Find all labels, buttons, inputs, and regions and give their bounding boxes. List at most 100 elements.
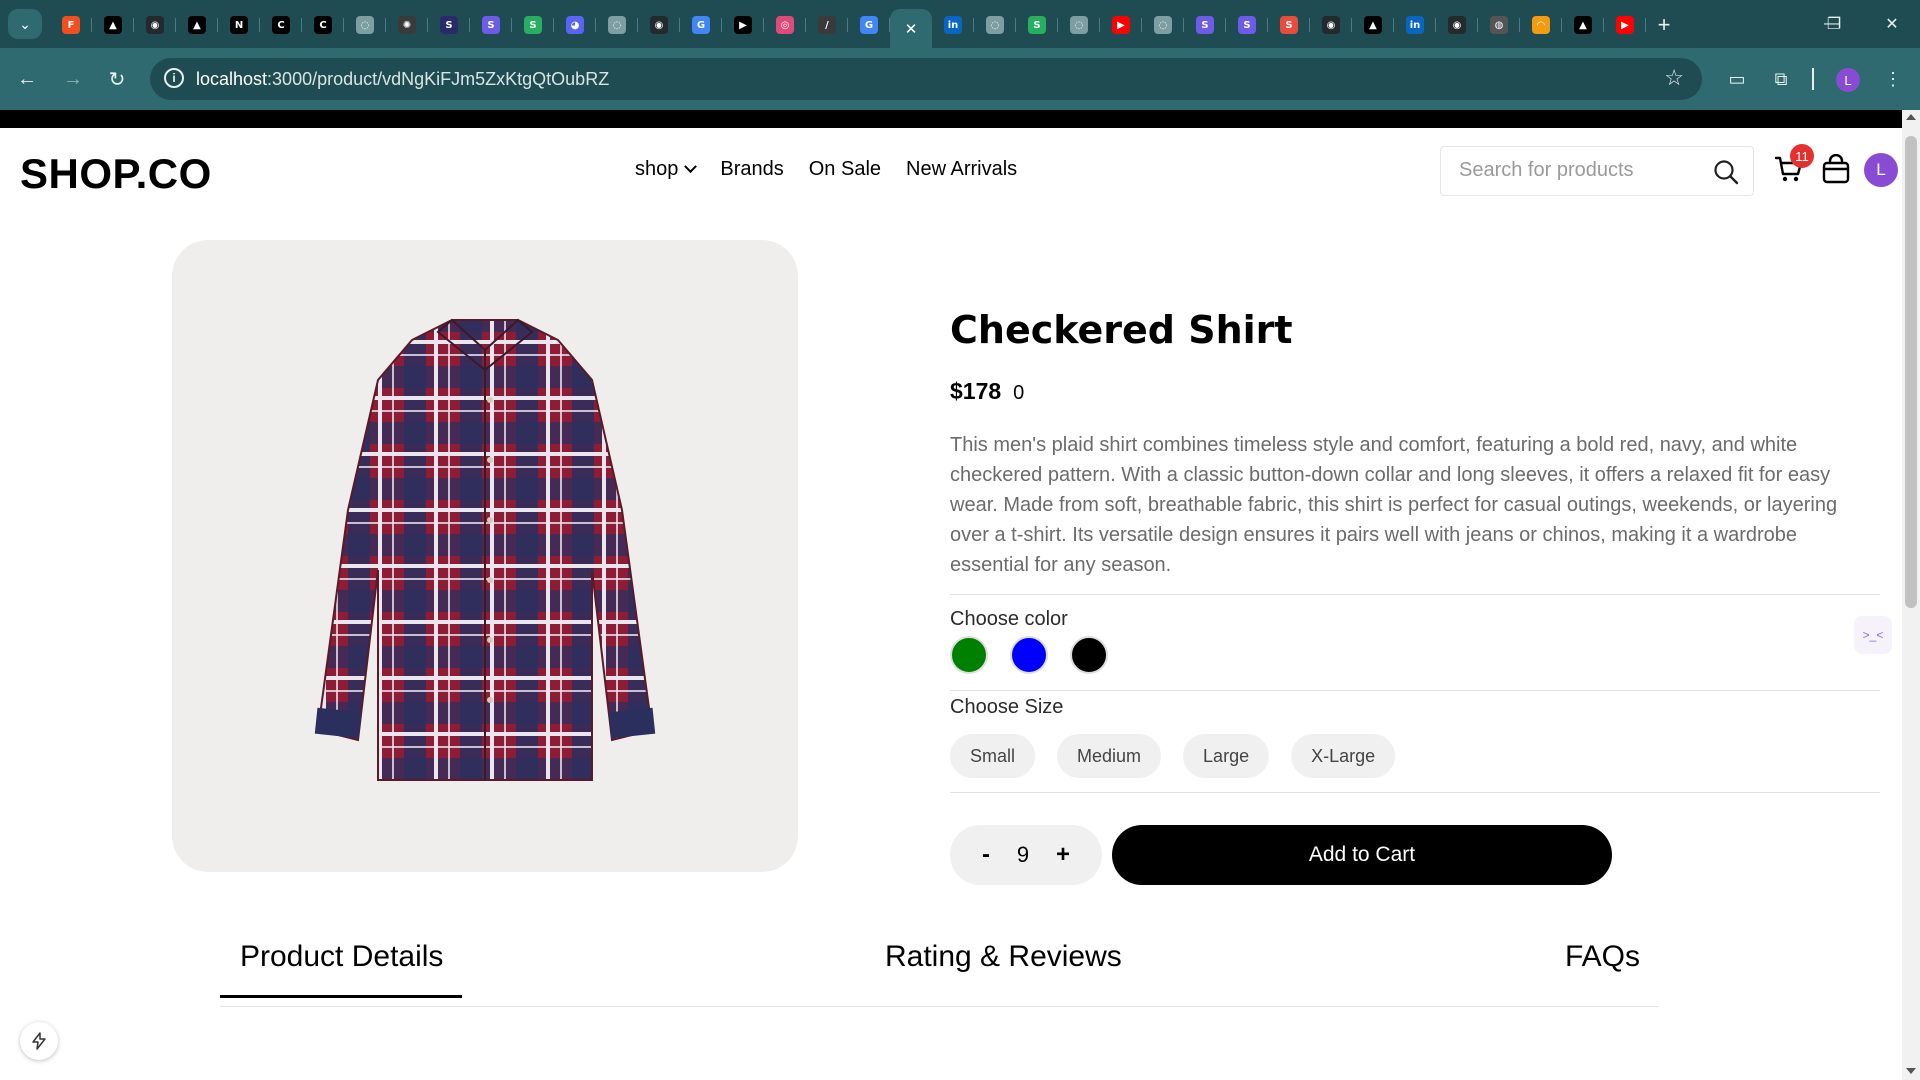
- github-icon: ◉: [146, 16, 164, 34]
- bookmark-star-icon[interactable]: ☆: [1664, 65, 1684, 91]
- active-tab-close-icon[interactable]: ✕: [890, 9, 932, 49]
- choose-color-label: Choose color: [950, 608, 1068, 630]
- browser-tab[interactable]: G: [680, 9, 722, 41]
- github-icon: ◉: [650, 16, 668, 34]
- swirl-icon: ◎: [776, 16, 794, 34]
- nav-on-sale[interactable]: On Sale: [809, 158, 881, 181]
- size-option[interactable]: Small: [950, 734, 1036, 778]
- extensions-puzzle-icon[interactable]: ⧉: [1766, 64, 1796, 94]
- new-tab-plus-icon[interactable]: +: [1646, 9, 1682, 41]
- browser-tab[interactable]: S: [1268, 9, 1310, 41]
- browser-tab[interactable]: ◕: [554, 9, 596, 41]
- side-widget-button[interactable]: >_<: [1854, 616, 1892, 654]
- browser-tab[interactable]: ◠: [1520, 9, 1562, 41]
- browser-tab[interactable]: ▲: [1352, 9, 1394, 41]
- color-swatch[interactable]: [950, 636, 988, 674]
- browser-tab[interactable]: ◌: [596, 9, 638, 41]
- browser-tab[interactable]: ▲: [1562, 9, 1604, 41]
- browser-tab[interactable]: ◉: [638, 9, 680, 41]
- scroll-down-arrow-icon[interactable]: [1906, 1068, 1916, 1074]
- cast-icon[interactable]: ▭: [1722, 64, 1752, 94]
- browser-tab[interactable]: ◌: [974, 9, 1016, 41]
- tab-product-details[interactable]: Product Details: [240, 940, 443, 974]
- browser-tab[interactable]: in: [932, 9, 974, 41]
- nav-brands[interactable]: Brands: [720, 158, 783, 181]
- browser-tab[interactable]: ▲: [176, 9, 218, 41]
- url-text[interactable]: localhost:3000/product/vdNgKiFJm5ZxKtgQt…: [196, 69, 609, 90]
- google-icon: G: [692, 16, 710, 34]
- nav-shop-label: shop: [635, 158, 679, 180]
- size-option[interactable]: Medium: [1057, 734, 1162, 778]
- window-restore-button[interactable]: ❐: [1806, 8, 1862, 40]
- browser-profile-avatar[interactable]: L: [1836, 68, 1860, 92]
- tab-faqs[interactable]: FAQs: [1565, 940, 1640, 974]
- browser-tab[interactable]: S: [1016, 9, 1058, 41]
- window-close-button[interactable]: ✕: [1864, 8, 1920, 40]
- browser-tab[interactable]: /: [806, 9, 848, 41]
- quantity-increase-button[interactable]: +: [1056, 841, 1070, 869]
- browser-tab[interactable]: ◍: [1478, 9, 1520, 41]
- browser-tab[interactable]: ◌: [1058, 9, 1100, 41]
- add-to-cart-button[interactable]: Add to Cart: [1112, 825, 1612, 885]
- dev-tools-badge[interactable]: [20, 1022, 58, 1060]
- globe-icon: ◌: [608, 16, 626, 34]
- browser-tab[interactable]: F: [50, 9, 92, 41]
- site-info-icon[interactable]: i: [164, 68, 184, 88]
- browser-tab[interactable]: ◌: [1142, 9, 1184, 41]
- page-scrollbar[interactable]: [1902, 110, 1920, 1080]
- reload-icon[interactable]: ↻: [100, 62, 134, 96]
- browser-tab[interactable]: ◉: [134, 9, 176, 41]
- size-option[interactable]: Large: [1183, 734, 1270, 778]
- browser-tab[interactable]: ◌: [344, 9, 386, 41]
- browser-tab[interactable]: ◉: [1310, 9, 1352, 41]
- product-price: $178: [950, 378, 1002, 404]
- browser-tab[interactable]: S: [428, 9, 470, 41]
- globe-icon: ◌: [356, 16, 374, 34]
- browser-tab[interactable]: ▶: [722, 9, 764, 41]
- nav-shop[interactable]: shop: [635, 158, 698, 181]
- divider: [950, 594, 1880, 595]
- address-bar[interactable]: i localhost:3000/product/vdNgKiFJm5ZxKtg…: [150, 58, 1702, 100]
- browser-tab[interactable]: ▶: [1100, 9, 1142, 41]
- browser-tab[interactable]: ▶: [1604, 9, 1646, 41]
- size-option[interactable]: X-Large: [1291, 734, 1396, 778]
- browser-tab[interactable]: C: [260, 9, 302, 41]
- color-swatch[interactable]: [1010, 636, 1048, 674]
- browser-tab[interactable]: S: [1226, 9, 1268, 41]
- browser-tab[interactable]: S: [1184, 9, 1226, 41]
- back-arrow-icon[interactable]: ←: [10, 62, 44, 96]
- browser-tab[interactable]: S: [470, 9, 512, 41]
- forward-arrow-icon[interactable]: →: [56, 62, 90, 96]
- browser-tab[interactable]: ◎: [764, 9, 806, 41]
- cart-button[interactable]: 11: [1774, 144, 1814, 186]
- user-avatar[interactable]: L: [1864, 153, 1898, 187]
- main-nav: shop Brands On Sale New Arrivals: [635, 158, 1042, 181]
- browser-tab[interactable]: S: [512, 9, 554, 41]
- tab-strip: F ▲ ◉ ▲ N C C ◌ ✺ S S S ◕ ◌ ◉ G ▶ ◎ / G ✕ in ◌ S ◌ ▶ ◌ S S S ◉ ▲ in ◉ ◍ ◠ ▲ ▶…: [50, 9, 1682, 49]
- orders-bag-button[interactable]: [1822, 153, 1852, 186]
- github-icon: ◉: [1448, 16, 1466, 34]
- tab-rating-reviews[interactable]: Rating & Reviews: [885, 940, 1122, 974]
- site-logo[interactable]: SHOP.CO: [20, 150, 212, 198]
- color-swatches: [950, 636, 1130, 674]
- browser-tab[interactable]: G: [848, 9, 890, 41]
- browser-tab[interactable]: ◉: [1436, 9, 1478, 41]
- browser-tab[interactable]: C: [302, 9, 344, 41]
- browser-tab[interactable]: ▲: [92, 9, 134, 41]
- search-input[interactable]: [1459, 159, 1699, 182]
- browser-tab[interactable]: in: [1394, 9, 1436, 41]
- active-tab-indicator: [220, 995, 462, 998]
- scroll-thumb[interactable]: [1905, 136, 1917, 608]
- browser-tab[interactable]: ✺: [386, 9, 428, 41]
- github-icon: ◉: [1322, 16, 1340, 34]
- quantity-decrease-button[interactable]: -: [982, 841, 990, 869]
- tab-search-button[interactable]: ⌄: [8, 9, 42, 39]
- globe-icon: ◍: [1490, 16, 1508, 34]
- browser-tab[interactable]: N: [218, 9, 260, 41]
- nav-new-arrivals[interactable]: New Arrivals: [906, 158, 1017, 181]
- product-page: SHOP.CO shop Brands On Sale New Arrivals…: [0, 128, 1902, 1080]
- color-swatch[interactable]: [1070, 636, 1108, 674]
- search-icon[interactable]: [1713, 159, 1739, 185]
- scroll-up-arrow-icon[interactable]: [1906, 114, 1916, 120]
- browser-menu-icon[interactable]: ⋮: [1878, 64, 1908, 94]
